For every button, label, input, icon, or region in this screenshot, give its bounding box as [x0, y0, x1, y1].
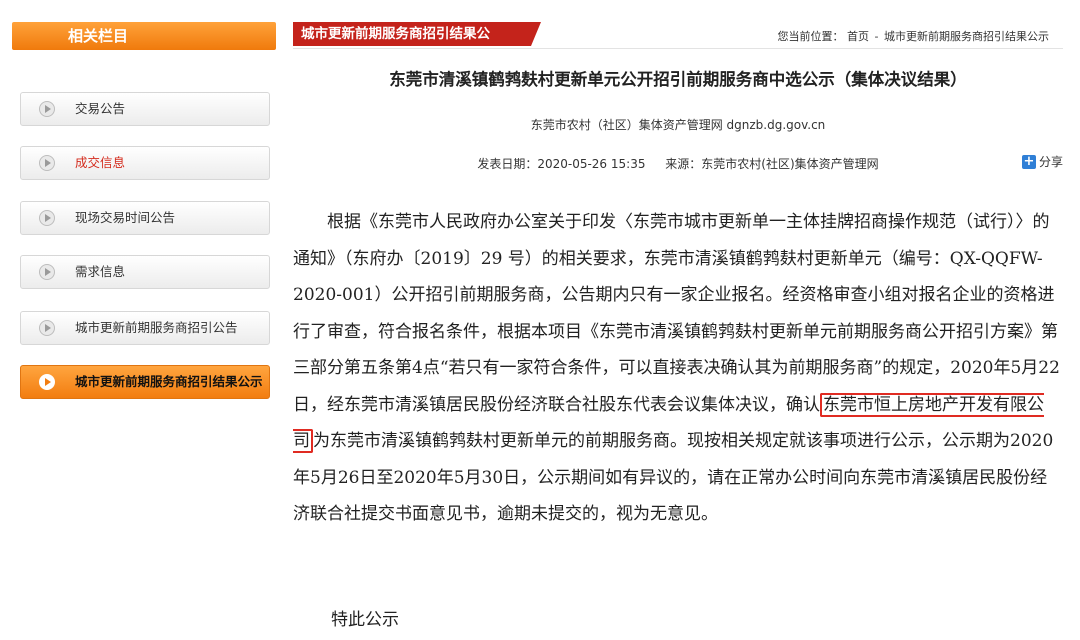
breadcrumb-current-link[interactable]: 城市更新前期服务商招引结果公示 — [884, 30, 1049, 43]
article-body: 根据《东莞市人民政府办公室关于印发〈东莞市城市更新单一主体挂牌招商操作规范（试行… — [293, 204, 1063, 533]
plus-icon: + — [1021, 153, 1036, 169]
sidebar-item-label: 需求信息 — [75, 264, 126, 279]
body-text-before: 根据《东莞市人民政府办公室关于印发〈东莞市城市更新单一主体挂牌招商操作规范（试行… — [293, 212, 1060, 415]
article-meta: 发表日期：2020-05-26 15:35 来源：东莞市农村(社区)集体资产管理… — [293, 155, 1063, 172]
article-source-site: 东莞市农村（社区）集体资产管理网 dgnzb.dg.gov.cn — [530, 118, 826, 132]
sidebar-header: 相关栏目 — [12, 22, 276, 50]
sidebar-item-demand-info[interactable]: 需求信息 — [20, 255, 270, 289]
sidebar-item-label: 城市更新前期服务商招引公告 — [75, 320, 238, 335]
share-label: 分享 — [1038, 155, 1063, 169]
share-button[interactable]: + 分享 — [1021, 153, 1063, 170]
article-title: 东莞市清溪镇鹤鹁麸村更新单元公开招引前期服务商中选公示（集体决议结果） — [389, 70, 967, 89]
play-circle-icon — [39, 155, 55, 171]
play-circle-icon — [39, 264, 55, 280]
breadcrumb-home-link[interactable]: 首页 — [847, 30, 869, 43]
play-circle-icon — [39, 210, 55, 226]
sidebar-item-label: 城市更新前期服务商招引结果公示 — [75, 374, 263, 389]
body-text-after: 为东莞市清溪镇鹤鹁麸村更新单元的前期服务商。现按相关规定就该事项进行公示，公示期… — [293, 431, 1054, 524]
sidebar-item-label: 现场交易时间公告 — [75, 210, 176, 225]
breadcrumb-prefix: 您当前位置： — [777, 30, 844, 43]
sidebar-item-label: 交易公告 — [75, 101, 126, 116]
breadcrumb-separator: - — [874, 30, 879, 43]
sidebar-item-renewal-notice[interactable]: 城市更新前期服务商招引公告 — [20, 311, 270, 345]
sidebar-item-label: 成交信息 — [75, 155, 126, 170]
play-circle-icon — [39, 374, 55, 390]
closing-text: 特此公示 — [331, 610, 399, 630]
breadcrumb: 您当前位置： 首页 - 城市更新前期服务商招引结果公示 — [778, 28, 1049, 44]
body-paragraph: 根据《东莞市人民政府办公室关于印发〈东莞市城市更新单一主体挂牌招商操作规范（试行… — [293, 204, 1063, 533]
play-circle-icon — [39, 320, 55, 336]
section-tab: 城市更新前期服务商招引结果公 — [293, 22, 541, 46]
content-header: 城市更新前期服务商招引结果公 您当前位置： 首页 - 城市更新前期服务商招引结果… — [293, 22, 1063, 49]
sidebar-item-deal-info[interactable]: 成交信息 — [20, 146, 270, 180]
play-circle-icon — [39, 101, 55, 117]
article-source: 来源：东莞市农村(社区)集体资产管理网 — [665, 157, 879, 171]
sidebar-item-onsite-schedule[interactable]: 现场交易时间公告 — [20, 201, 270, 235]
publish-date: 发表日期：2020-05-26 15:35 — [477, 157, 646, 171]
sidebar-item-trade-notice[interactable]: 交易公告 — [20, 92, 270, 126]
sidebar-item-renewal-result[interactable]: 城市更新前期服务商招引结果公示 — [20, 365, 270, 399]
sidebar: 相关栏目 交易公告 成交信息 现场交易时间公告 需求信息 城市更新前期服务商招引… — [12, 22, 276, 399]
